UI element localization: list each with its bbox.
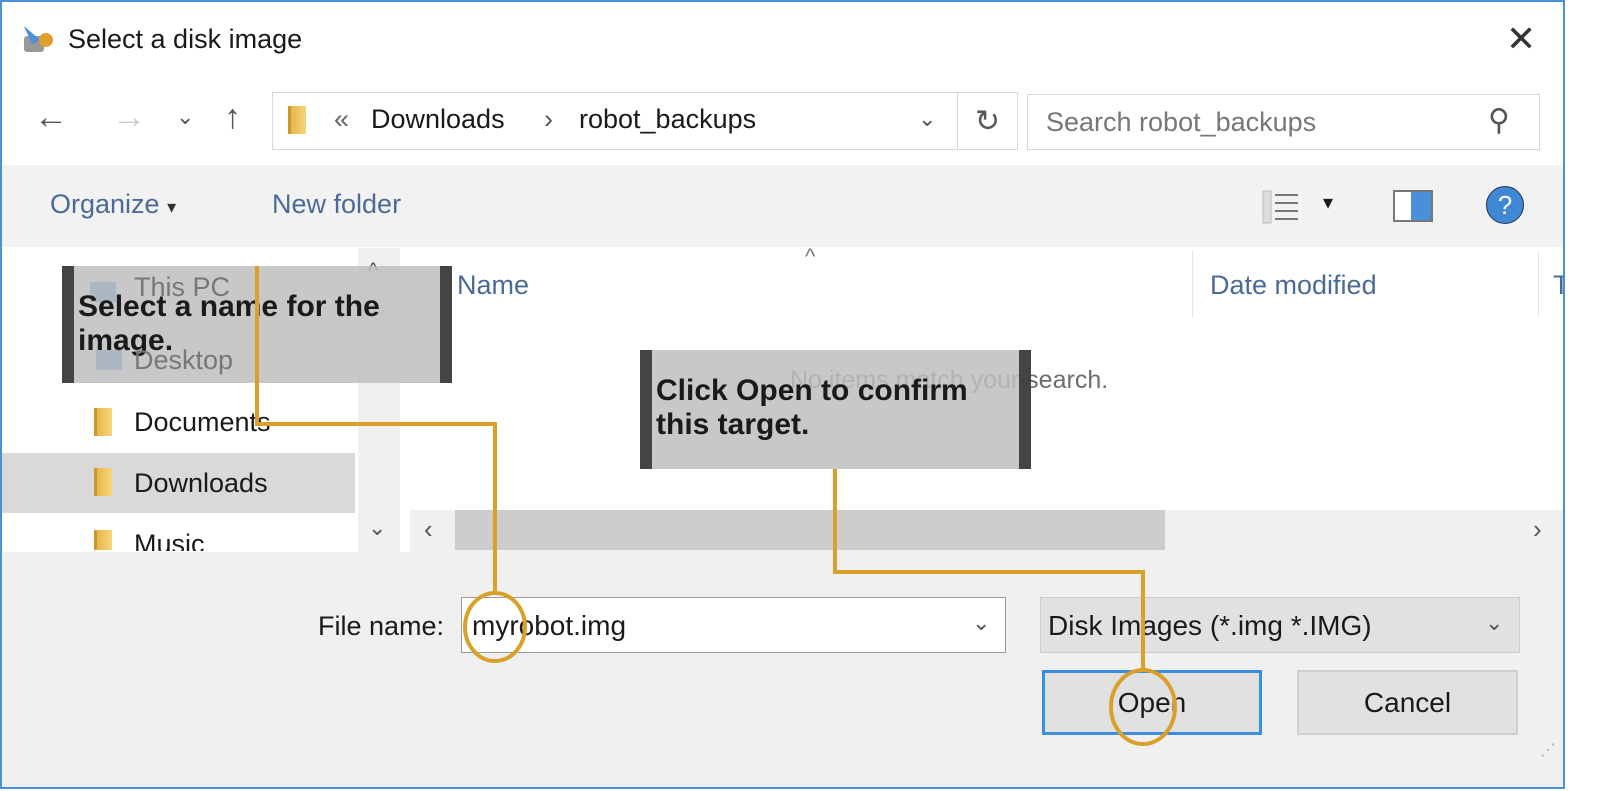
annotation-lines (255, 266, 1177, 746)
highlight-circle-1 (463, 591, 527, 663)
sidebar-item-label: This PC (134, 272, 231, 302)
connector-line-2 (833, 469, 1145, 671)
connector-line-1 (255, 266, 497, 594)
highlight-circle-2 (1109, 668, 1177, 746)
sidebar-item-label: Desktop (134, 345, 234, 375)
